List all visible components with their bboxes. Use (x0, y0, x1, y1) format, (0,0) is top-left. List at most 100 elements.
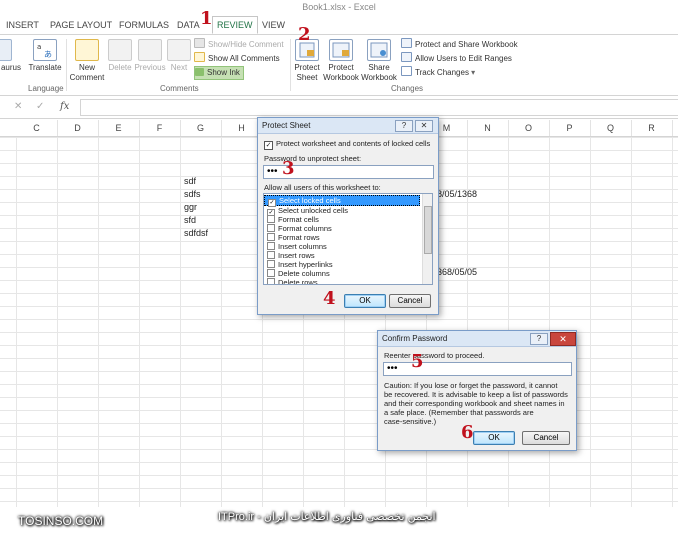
share-workbook-button[interactable]: Share Workbook (360, 39, 398, 83)
permission-option[interactable]: Delete rows (264, 278, 420, 285)
cancel-button[interactable]: Cancel (522, 431, 570, 445)
previous-comment-button[interactable]: Previous (134, 39, 166, 73)
checkbox-icon[interactable] (267, 278, 275, 284)
protect-checkbox[interactable]: ✓ Protect worksheet and contents of locke… (264, 139, 430, 150)
thesaurus-button[interactable]: aurus (0, 39, 26, 73)
protect-and-share-button[interactable]: Protect and Share Workbook (401, 38, 518, 50)
permissions-list[interactable]: ✓ Select locked cells ✓ Select unlocked cel… (263, 193, 433, 285)
cell[interactable]: 368/05/05 (437, 267, 477, 277)
column-header[interactable]: D (57, 120, 99, 136)
cancel-button[interactable]: Cancel (389, 294, 431, 308)
cell[interactable]: sdfdsf (184, 228, 208, 238)
tab-data[interactable]: DATA (177, 17, 200, 33)
list-scrollbar[interactable] (422, 194, 432, 284)
previous-comment-icon (138, 39, 162, 61)
column-header[interactable]: G (180, 120, 222, 136)
show-ink-button[interactable]: Show Ink (194, 66, 244, 80)
ribbon: aurus aあ Translate Language New Comment … (0, 34, 678, 96)
column-header[interactable]: E (98, 120, 140, 136)
allow-users-icon (401, 52, 412, 62)
column-header[interactable]: N (467, 120, 509, 136)
checkbox-icon[interactable] (267, 233, 275, 241)
permission-option[interactable]: ✓ Select unlocked cells (264, 206, 420, 217)
permission-option[interactable]: Insert rows (264, 251, 420, 260)
language-group-label: Language (28, 84, 64, 93)
protect-workbook-button[interactable]: Protect Workbook (322, 39, 360, 83)
watermark-left: TOSINSO.COM (18, 514, 104, 528)
window-title: Book1.xlsx - Excel (0, 0, 678, 14)
protect-and-share-icon (401, 38, 412, 48)
checkbox-icon[interactable] (267, 242, 275, 250)
permission-option[interactable]: Insert hyperlinks (264, 260, 420, 269)
close-button[interactable]: ✕ (550, 332, 576, 346)
permission-label: Select locked cells (279, 196, 341, 205)
column-header[interactable]: Q (590, 120, 632, 136)
track-changes-icon (401, 66, 412, 76)
tab-view[interactable]: VIEW (262, 17, 285, 33)
cancel-entry-icon[interactable]: ✕ (14, 101, 22, 112)
svg-text:a: a (37, 43, 41, 51)
column-header[interactable]: P (549, 120, 591, 136)
protect-sheet-button[interactable]: Protect Sheet (291, 39, 323, 83)
new-comment-button[interactable]: New Comment (68, 39, 106, 83)
protect-workbook-icon (329, 39, 353, 61)
tab-page-layout[interactable]: PAGE LAYOUT (50, 17, 112, 33)
show-hide-comment-button[interactable]: Show/Hide Comment (194, 38, 284, 50)
insert-function-icon[interactable]: fx (60, 101, 69, 112)
close-button[interactable]: ✕ (415, 120, 433, 132)
share-workbook-icon (367, 39, 391, 61)
checkbox-icon[interactable] (267, 251, 275, 259)
track-changes-button[interactable]: Track Changes ▾ (401, 66, 475, 78)
permission-option[interactable]: Insert columns (264, 242, 420, 251)
next-comment-button[interactable]: Next (167, 39, 191, 73)
checkbox-icon[interactable] (267, 260, 275, 268)
permission-option[interactable]: Format columns (264, 224, 420, 233)
column-header[interactable]: O (508, 120, 550, 136)
cell[interactable]: sdfs (184, 189, 201, 199)
permission-option[interactable]: Format cells (264, 215, 420, 224)
tab-formulas[interactable]: FORMULAS (119, 17, 169, 33)
watermark-right: ITPro.ir - انجمن تخصصی فناوری اطلاعات ای… (218, 511, 436, 523)
step-callout-1: 1 (200, 8, 213, 29)
cell[interactable]: sfd (184, 215, 196, 225)
checkbox-icon[interactable] (267, 215, 275, 223)
show-all-comments-button[interactable]: Show All Comments (194, 52, 280, 64)
column-header[interactable]: R (631, 120, 673, 136)
column-header[interactable]: F (139, 120, 181, 136)
step-callout-6: 6 (461, 422, 474, 443)
ok-button[interactable]: OK (473, 431, 515, 445)
permission-option[interactable]: Delete columns (264, 269, 420, 278)
tab-insert[interactable]: INSERT (6, 17, 39, 33)
permission-label: Format columns (278, 224, 332, 233)
ok-button[interactable]: OK (344, 294, 386, 308)
allow-users-edit-ranges-button[interactable]: Allow Users to Edit Ranges (401, 52, 512, 64)
tab-review[interactable]: REVIEW (212, 16, 258, 34)
password-label: Password to unprotect sheet: (264, 154, 362, 163)
thesaurus-icon (0, 39, 12, 61)
permission-option[interactable]: ✓ Select locked cells (264, 195, 420, 207)
step-callout-5: 5 (411, 351, 424, 372)
scrollbar-thumb[interactable] (424, 206, 432, 254)
cell[interactable]: sdf (184, 176, 196, 186)
permission-label: Delete rows (278, 278, 318, 285)
svg-text:あ: あ (44, 50, 52, 59)
changes-group-label: Changes (391, 84, 424, 93)
cell[interactable]: ggr (184, 202, 197, 212)
confirm-entry-icon[interactable]: ✓ (36, 101, 44, 112)
checkbox-icon[interactable] (267, 224, 275, 232)
new-comment-icon (75, 39, 99, 61)
help-button[interactable]: ? (530, 333, 548, 345)
checkbox-icon[interactable] (267, 269, 275, 277)
translate-button[interactable]: aあ Translate (28, 39, 62, 73)
checkbox-checked-icon: ✓ (264, 141, 273, 150)
delete-comment-button[interactable]: Delete (107, 39, 133, 73)
ribbon-tabs: INSERT PAGE LAYOUT FORMULAS DATA REVIEW … (0, 14, 678, 34)
column-header[interactable]: C (16, 120, 58, 136)
help-button[interactable]: ? (395, 120, 413, 132)
delete-comment-icon (108, 39, 132, 61)
protect-sheet-dialog: Protect Sheet ? ✕ ✓ Protect worksheet and… (257, 117, 439, 315)
cell[interactable]: 8/05/1368 (437, 189, 477, 199)
comments-group-label: Comments (160, 84, 199, 93)
permission-option[interactable]: Format rows (264, 233, 420, 242)
formula-input[interactable] (80, 99, 678, 116)
